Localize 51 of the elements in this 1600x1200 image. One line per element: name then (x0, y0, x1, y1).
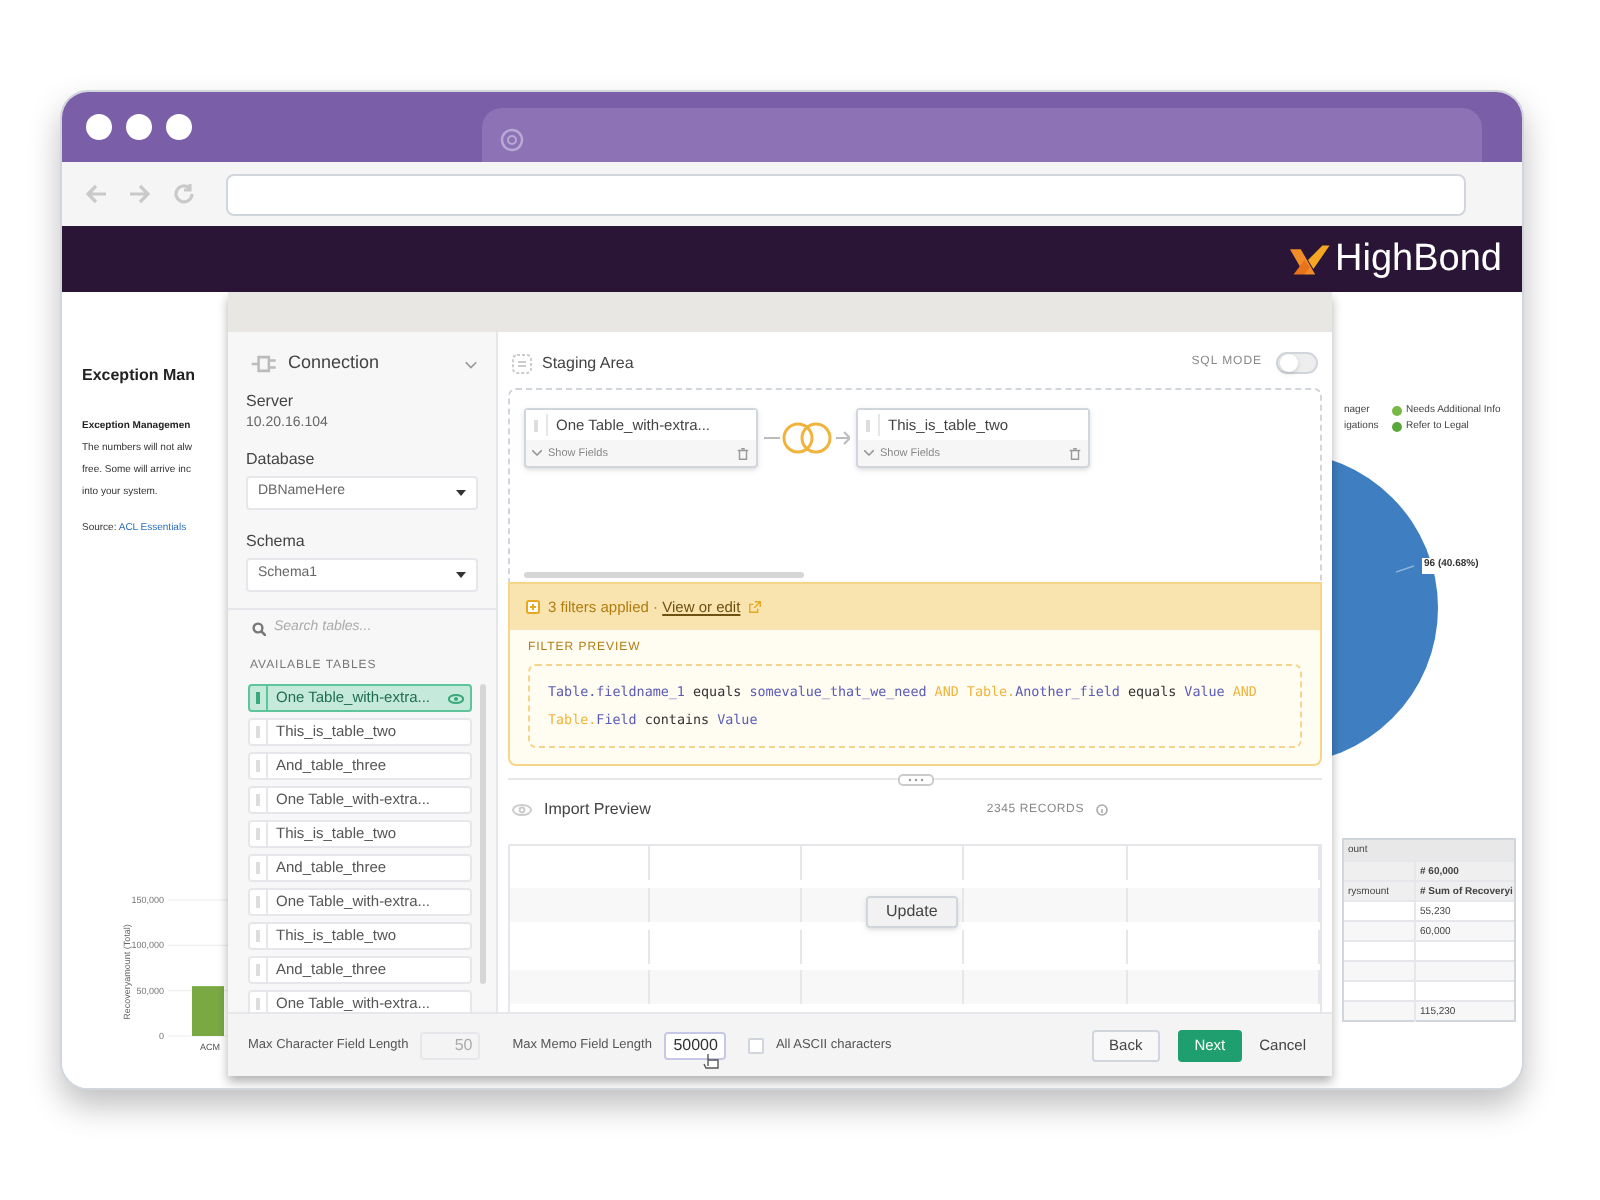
field-label: Database (246, 448, 317, 472)
logo-text: HighBond (1335, 240, 1502, 278)
drag-handle-icon[interactable] (256, 828, 260, 840)
chevron-down-icon[interactable] (532, 450, 542, 457)
drag-handle-icon[interactable] (256, 998, 260, 1010)
trash-icon[interactable] (736, 445, 750, 462)
join-icon[interactable] (764, 418, 850, 458)
chevron-down-icon[interactable] (864, 450, 874, 457)
trash-icon[interactable] (1068, 445, 1082, 462)
drag-handle-icon[interactable] (256, 862, 260, 874)
chevron-down-icon[interactable] (464, 357, 478, 370)
drag-handle-icon[interactable] (256, 964, 260, 976)
section-title: Import Preview (544, 798, 653, 822)
address-field[interactable] (226, 173, 1466, 215)
page-heading: Exception Man (82, 364, 197, 388)
forward-icon[interactable] (126, 182, 154, 206)
bar (192, 986, 224, 1036)
drag-handle-icon[interactable] (256, 930, 260, 942)
field-label: Schema (246, 530, 307, 554)
external-link-icon[interactable] (748, 600, 763, 614)
browser-tab[interactable] (482, 108, 1482, 162)
info-icon[interactable] (1096, 804, 1108, 816)
drag-handle-icon[interactable] (256, 726, 260, 738)
eye-icon[interactable] (512, 804, 532, 816)
drag-handle-icon[interactable] (256, 692, 260, 704)
leader-line (1396, 564, 1414, 574)
ascii-checkbox[interactable] (747, 1037, 764, 1053)
logo-icon (1285, 241, 1330, 277)
drag-handle-icon[interactable] (534, 419, 538, 432)
section-title: Connection (288, 350, 382, 376)
scrollbar[interactable] (524, 572, 804, 578)
scrollbar[interactable] (480, 684, 486, 984)
section-title: Staging Area (542, 351, 636, 375)
search-icon (252, 622, 266, 636)
expand-icon[interactable] (526, 600, 540, 614)
caret-icon (456, 572, 466, 578)
plug-icon (246, 351, 278, 376)
drag-handle-icon[interactable] (256, 760, 260, 772)
caret-icon (456, 490, 466, 496)
eye-icon[interactable] (448, 693, 464, 703)
resize-handle-icon[interactable] (897, 774, 933, 786)
drag-handle-icon[interactable] (256, 794, 260, 806)
staging-icon (512, 353, 532, 373)
field-label: Server (246, 389, 296, 413)
drag-handle-icon[interactable] (256, 896, 260, 908)
back-icon[interactable] (82, 182, 110, 206)
drag-handle-icon[interactable] (866, 419, 870, 432)
reload-icon[interactable] (170, 182, 198, 206)
update-button[interactable]: Update (866, 896, 958, 928)
number-field[interactable]: 50000 (663, 1031, 726, 1059)
sql-mode-toggle[interactable] (1276, 352, 1318, 374)
